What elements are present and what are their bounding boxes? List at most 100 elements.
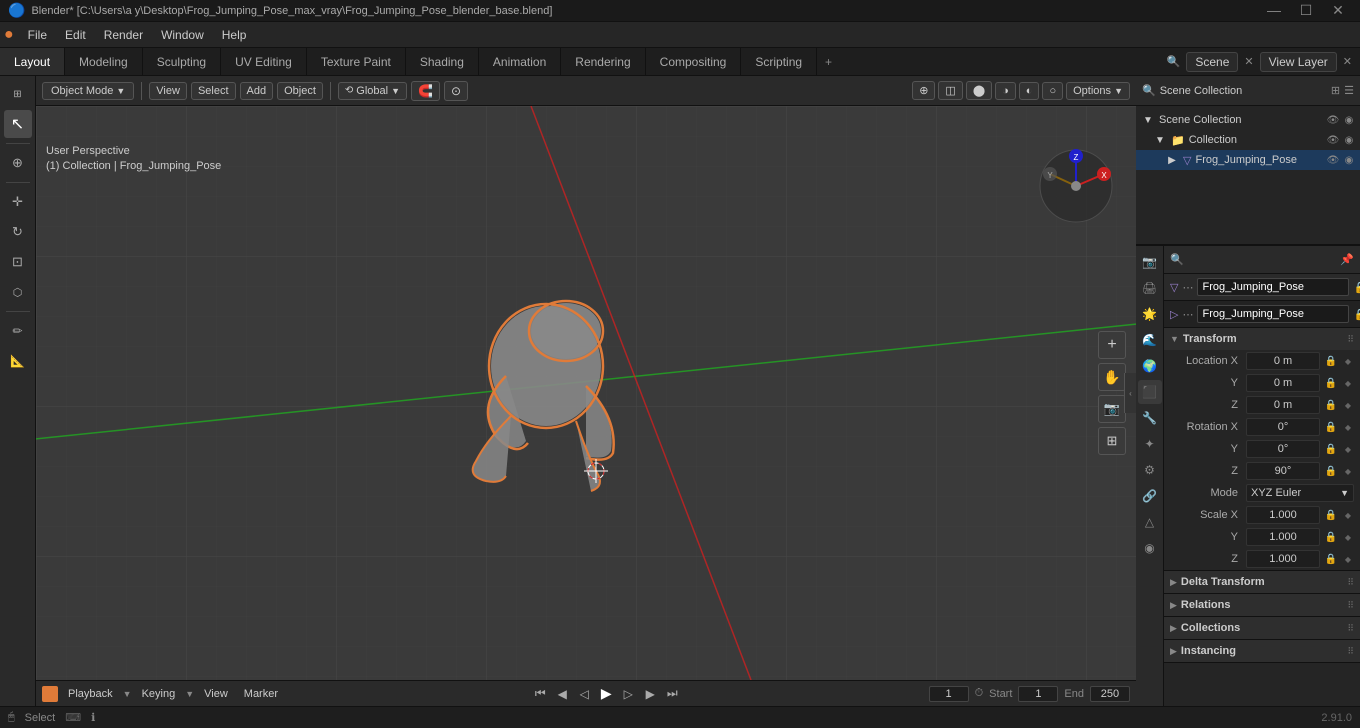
location-z-field[interactable]: 0 m bbox=[1246, 396, 1320, 414]
menu-file[interactable]: File bbox=[20, 26, 55, 44]
object-name-options-icon[interactable]: ⋯ bbox=[1182, 281, 1193, 294]
panel-collapse-button[interactable]: ‹ bbox=[1124, 373, 1136, 413]
location-z-keyframe-icon[interactable]: ◆ bbox=[1342, 401, 1354, 410]
rotation-mode-select[interactable]: XYZ Euler ▼ bbox=[1246, 484, 1354, 502]
scale-x-keyframe-icon[interactable]: ◆ bbox=[1342, 511, 1354, 520]
render-icon[interactable]: ◉ bbox=[1342, 115, 1356, 126]
location-x-lock-icon[interactable]: 🔒 bbox=[1324, 356, 1338, 367]
filter-icon[interactable]: ⊞ bbox=[1331, 84, 1340, 97]
overlay-button[interactable]: ⊕ bbox=[912, 81, 935, 100]
outliner-row-collection[interactable]: ▼ 📁 Collection 👁 ◉ bbox=[1136, 130, 1360, 150]
tab-animation[interactable]: Animation bbox=[479, 48, 561, 75]
viewlayer-options-icon[interactable]: ✕ bbox=[1343, 55, 1352, 68]
rotation-x-field[interactable]: 0° bbox=[1246, 418, 1320, 436]
rendered-mode[interactable]: ◐ bbox=[1019, 82, 1040, 100]
object-name-field[interactable]: Frog_Jumping_Pose bbox=[1197, 278, 1349, 296]
select-menu[interactable]: Select bbox=[191, 82, 236, 100]
location-y-keyframe-icon[interactable]: ◆ bbox=[1342, 379, 1354, 388]
transform-section-header[interactable]: ▼ Transform ⠿ bbox=[1164, 328, 1360, 350]
data-lock-icon[interactable]: 🔒 bbox=[1353, 308, 1360, 321]
tab-shading[interactable]: Shading bbox=[406, 48, 479, 75]
location-y-lock-icon[interactable]: 🔒 bbox=[1324, 378, 1338, 389]
scene-options-icon[interactable]: ✕ bbox=[1244, 55, 1253, 68]
prev-keyframe-button[interactable]: ◁ bbox=[574, 684, 594, 704]
scene-selector[interactable]: Scene bbox=[1186, 52, 1238, 72]
output-props-icon[interactable]: 🖨 bbox=[1138, 276, 1162, 300]
tab-compositing[interactable]: Compositing bbox=[646, 48, 742, 75]
grab-tool-button[interactable]: ✋ bbox=[1098, 363, 1126, 391]
scale-tool[interactable]: ⊡ bbox=[4, 248, 32, 276]
rotation-z-field[interactable]: 90° bbox=[1246, 462, 1320, 480]
rotation-y-lock-icon[interactable]: 🔒 bbox=[1324, 444, 1338, 455]
add-workspace-button[interactable]: + bbox=[817, 48, 840, 75]
tab-uv-editing[interactable]: UV Editing bbox=[221, 48, 307, 75]
scale-y-lock-icon[interactable]: 🔒 bbox=[1324, 532, 1338, 543]
rotate-tool[interactable]: ↻ bbox=[4, 218, 32, 246]
menu-window[interactable]: Window bbox=[153, 26, 212, 44]
jump-end-button[interactable]: ⏭ bbox=[662, 684, 682, 704]
playback-menu[interactable]: Playback bbox=[62, 686, 119, 702]
next-keyframe-button[interactable]: ▷ bbox=[618, 684, 638, 704]
frog-render-icon[interactable]: ◉ bbox=[1342, 155, 1356, 166]
start-frame-input[interactable] bbox=[1018, 686, 1058, 702]
scale-z-keyframe-icon[interactable]: ◆ bbox=[1342, 555, 1354, 564]
pin-icon[interactable]: 📌 bbox=[1340, 253, 1354, 266]
playback-dropdown-icon[interactable]: ▼ bbox=[123, 689, 132, 699]
options-button[interactable]: Options ▼ bbox=[1066, 82, 1130, 100]
move-tool[interactable]: ✛ bbox=[4, 188, 32, 216]
proportional-edit[interactable]: ⊙ bbox=[444, 81, 468, 101]
viewlayer-selector[interactable]: View Layer bbox=[1260, 52, 1337, 72]
view-layer-props-icon[interactable]: 🌟 bbox=[1138, 302, 1162, 326]
workspace-search-icon[interactable]: 🔍 bbox=[1167, 55, 1181, 68]
data-options-icon[interactable]: ⋯ bbox=[1182, 308, 1193, 321]
xray-button[interactable]: ◫ bbox=[938, 81, 962, 100]
object-data-field[interactable]: Frog_Jumping_Pose bbox=[1197, 305, 1349, 323]
solid-mode[interactable]: ⬤ bbox=[966, 81, 992, 100]
delta-transform-header[interactable]: ▶ Delta Transform ⠿ bbox=[1164, 571, 1360, 593]
modifier-props-icon[interactable]: 🔧 bbox=[1138, 406, 1162, 430]
material-props-icon[interactable]: ◉ bbox=[1138, 536, 1162, 560]
end-frame-input[interactable] bbox=[1090, 686, 1130, 702]
tab-scripting[interactable]: Scripting bbox=[741, 48, 817, 75]
physics-props-icon[interactable]: ⚙ bbox=[1138, 458, 1162, 482]
menu-help[interactable]: Help bbox=[214, 26, 255, 44]
outliner-row-scene-collection[interactable]: ▼ Scene Collection 👁 ◉ bbox=[1136, 110, 1360, 130]
frog-eye-icon[interactable]: 👁 bbox=[1326, 155, 1340, 166]
instancing-header[interactable]: ▶ Instancing ⠿ bbox=[1164, 640, 1360, 662]
transform-tool[interactable]: ⬡ bbox=[4, 278, 32, 306]
scene-props-icon[interactable]: 🌊 bbox=[1138, 328, 1162, 352]
rotation-x-lock-icon[interactable]: 🔒 bbox=[1324, 422, 1338, 433]
collections-header[interactable]: ▶ Collections ⠿ bbox=[1164, 617, 1360, 639]
minimize-button[interactable]: — bbox=[1264, 2, 1284, 19]
camera-button[interactable]: 📷 bbox=[1098, 395, 1126, 423]
location-x-field[interactable]: 0 m bbox=[1246, 352, 1320, 370]
measure-tool[interactable]: 📐 bbox=[4, 347, 32, 375]
close-button[interactable]: ✕ bbox=[1328, 2, 1348, 19]
cursor-tool[interactable]: ⊕ bbox=[4, 149, 32, 177]
tab-rendering[interactable]: Rendering bbox=[561, 48, 645, 75]
view-menu[interactable]: View bbox=[149, 82, 187, 100]
location-y-field[interactable]: 0 m bbox=[1246, 374, 1320, 392]
viewport-3d[interactable]: User Perspective (1) Collection | Frog_J… bbox=[36, 106, 1136, 680]
constraints-props-icon[interactable]: 🔗 bbox=[1138, 484, 1162, 508]
search-icon[interactable]: 🔍 bbox=[1142, 84, 1156, 97]
snap-button[interactable]: 🧲 bbox=[411, 81, 440, 101]
data-props-icon[interactable]: △ bbox=[1138, 510, 1162, 534]
select-tool[interactable]: ↖ bbox=[4, 110, 32, 138]
next-frame-button[interactable]: ▶ bbox=[640, 684, 660, 704]
navigation-gizmo[interactable]: X Y Z bbox=[1036, 146, 1116, 226]
material-mode[interactable]: ◑ bbox=[995, 82, 1016, 100]
scale-x-lock-icon[interactable]: 🔒 bbox=[1324, 510, 1338, 521]
name-lock-icon[interactable]: 🔒 bbox=[1353, 281, 1360, 294]
scale-x-field[interactable]: 1.000 bbox=[1246, 506, 1320, 524]
search-props-icon[interactable]: 🔍 bbox=[1170, 253, 1184, 266]
view-menu-timeline[interactable]: View bbox=[198, 686, 234, 702]
grid-button[interactable]: ⊞ bbox=[1098, 427, 1126, 455]
eevee-mode[interactable]: ○ bbox=[1042, 82, 1063, 100]
scale-y-field[interactable]: 1.000 bbox=[1246, 528, 1320, 546]
eye-icon[interactable]: 👁 bbox=[1326, 115, 1340, 126]
menu-render[interactable]: Render bbox=[96, 26, 151, 44]
play-button[interactable]: ▶ bbox=[596, 684, 616, 704]
rotation-y-keyframe-icon[interactable]: ◆ bbox=[1342, 445, 1354, 454]
location-x-keyframe-icon[interactable]: ◆ bbox=[1342, 357, 1354, 366]
